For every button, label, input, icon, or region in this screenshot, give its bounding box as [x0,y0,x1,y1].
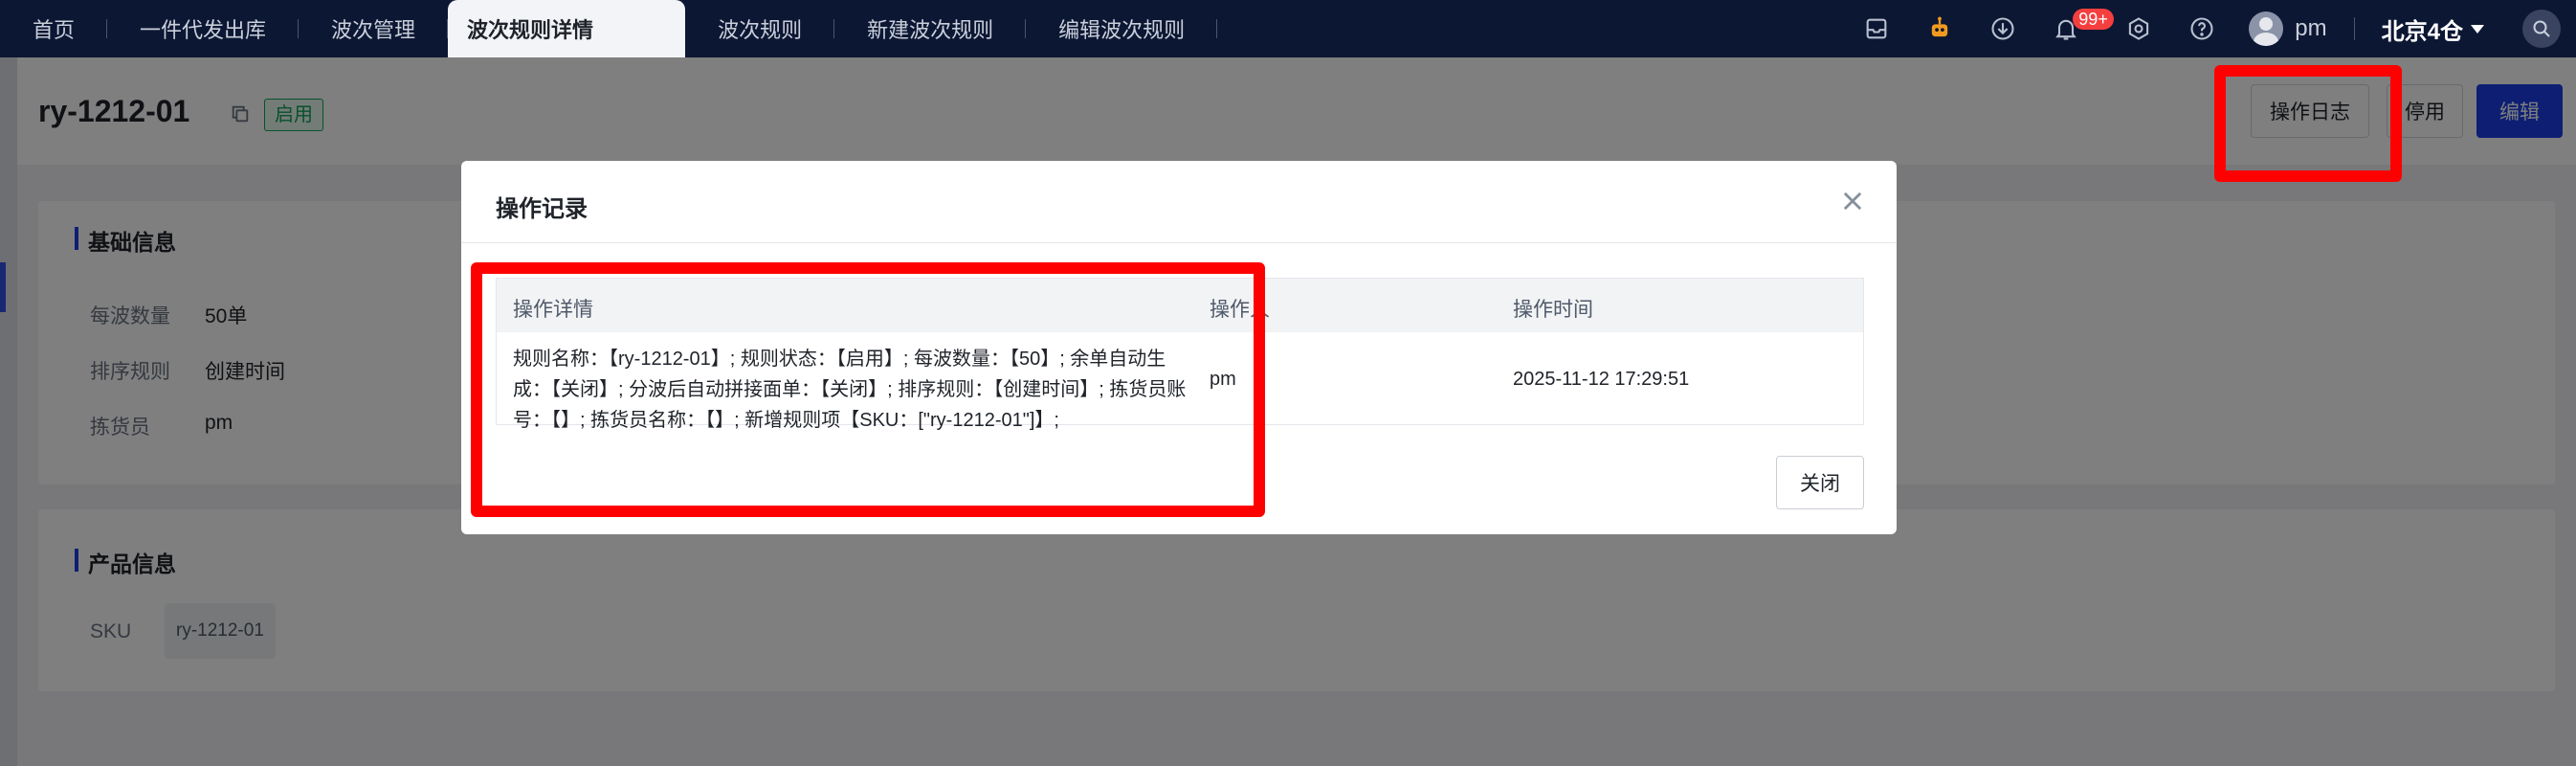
top-navigation-bar: 首页 一件代发出库 波次管理 波次规则详情 波次规则 新建波次规则 编辑波次规则… [0,0,2576,57]
modal-title: 操作记录 [496,196,588,222]
notification-badge: 99+ [2073,9,2114,30]
tab-home[interactable]: 首页 [0,0,108,57]
toolbar-divider [2353,17,2355,40]
help-icon[interactable] [2187,14,2216,43]
global-search-button[interactable] [2522,10,2561,48]
highlight-box-operation-detail [471,262,1265,517]
tab-wave-rules[interactable]: 波次规则 [685,0,835,57]
bell-icon[interactable]: 99+ [2052,9,2114,43]
tab-wave-rule-detail[interactable]: 波次规则详情 [448,0,686,57]
tab-label: 新建波次规则 [867,18,994,42]
tab-wave-management[interactable]: 波次管理 [299,0,449,57]
tab-divider [1216,19,1218,38]
column-header-time: 操作时间 [1513,299,1593,321]
top-right-toolbar: 99+ pm 北京4仓 [1828,0,2576,57]
tab-dropship-outbound[interactable]: 一件代发出库 [107,0,300,57]
avatar[interactable] [2249,11,2284,46]
modal-header: 操作记录 [461,161,1897,243]
settings-icon[interactable] [2124,14,2153,43]
robot-icon[interactable] [1925,14,1954,43]
tab-label: 一件代发出库 [140,18,267,42]
operation-time-cell: 2025-11-12 17:29:51 [1513,369,1690,390]
warehouse-selector[interactable]: 北京4仓 [2382,12,2484,46]
highlight-box-log-button [2214,65,2402,182]
warehouse-label: 北京4仓 [2381,18,2463,45]
close-icon[interactable] [1839,188,1866,214]
tab-label: 编辑波次规则 [1058,18,1186,42]
inbox-icon[interactable] [1862,14,1891,43]
user-name[interactable]: pm [2295,15,2326,42]
close-button[interactable]: 关闭 [1776,456,1864,509]
tab-edit-wave-rule[interactable]: 编辑波次规则 [1026,0,1218,57]
tab-new-wave-rule[interactable]: 新建波次规则 [834,0,1027,57]
tab-label: 波次规则详情 [467,18,594,42]
chevron-down-icon [2471,24,2484,34]
tab-label: 波次管理 [331,18,416,42]
search-icon [2533,20,2550,37]
download-icon[interactable] [1988,14,2017,43]
tab-label: 首页 [33,18,76,42]
tab-label: 波次规则 [718,18,803,42]
